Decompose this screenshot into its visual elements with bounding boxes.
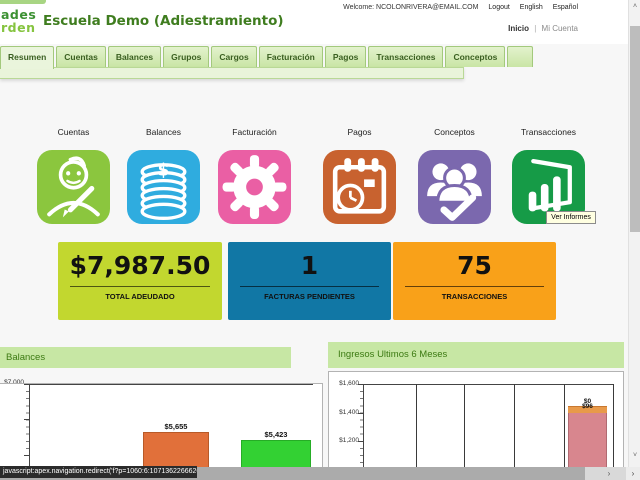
stat-value-facturas-pendientes: 1 [228, 251, 391, 281]
y-axis-tick [358, 413, 363, 414]
shortcut-label-facturacion: Facturación [205, 127, 305, 137]
stat-value-transacciones: 75 [393, 251, 556, 281]
y-axis-line [363, 384, 364, 472]
scroll-up-icon[interactable]: ˄ [629, 1, 640, 13]
status-bar: javascript:apex.navigation.redirect('f?p… [0, 466, 197, 478]
header: ades rden Escuela Demo (Adiestramiento) … [0, 0, 640, 44]
vertical-gridline [613, 384, 614, 472]
ingresos-panel-header: Ingresos Ultimos 6 Meses [328, 342, 624, 368]
app-window: ades rden Escuela Demo (Adiestramiento) … [0, 0, 640, 480]
vertical-scrollbar[interactable]: ˄ ˅ [628, 0, 640, 467]
bar-data-label: $96 [563, 403, 612, 410]
scroll-right-icon[interactable]: › [600, 467, 618, 480]
tab-spacer [507, 46, 533, 67]
stat-divider [405, 286, 544, 287]
logo[interactable]: ades rden [1, 8, 36, 34]
bar-data-label: $5,423 [231, 430, 321, 439]
ytick-label: $1,400 [335, 409, 359, 417]
statbox-total-adeudado: $7,987.50 TOTAL ADEUDADO [58, 242, 222, 320]
ingresos-chart: $1,600$1,400$1,200$0$96 [328, 371, 624, 472]
stat-value-total-adeudado: $7,987.50 [58, 251, 222, 281]
ytick-label: $1,600 [335, 380, 359, 388]
stat-label-total-adeudado: TOTAL ADEUDADO [58, 292, 222, 301]
stat-divider [240, 286, 379, 287]
shortcut-label-balances: Balances [114, 127, 214, 137]
ytick-label: $1,200 [335, 437, 359, 445]
tab-cargos[interactable]: Cargos [211, 46, 256, 67]
balances-chart: $5,655 $5,423 [0, 383, 323, 472]
ver-informes-tooltip: Ver Informes [546, 211, 596, 224]
secondary-nav: Inicio | Mi Cuenta [508, 24, 578, 33]
logo-line2: rden [1, 21, 36, 34]
y-axis-line [29, 384, 30, 472]
inicio-link[interactable]: Inicio [508, 24, 529, 33]
shortcut-label-pagos: Pagos [310, 127, 410, 137]
scroll-down-icon[interactable]: ˅ [629, 450, 640, 462]
shortcut-label-conceptos: Conceptos [405, 127, 505, 137]
y-axis-minor-ticks [26, 384, 29, 462]
stat-divider [70, 286, 210, 287]
tab-conceptos[interactable]: Conceptos [445, 46, 505, 67]
tab-balances[interactable]: Balances [108, 46, 161, 67]
ingresos-panel-title: Ingresos Ultimos 6 Meses [328, 342, 447, 368]
balances-panel-header: Balances [0, 347, 291, 368]
plot-top-border [363, 384, 613, 385]
stat-label-transacciones: TRANSACCIONES [393, 292, 556, 301]
y-axis-tick [24, 419, 29, 420]
shortcut-label-transacciones: Transacciones [499, 127, 599, 137]
tab-cuentas[interactable]: Cuentas [56, 46, 106, 67]
english-link[interactable]: English [520, 4, 543, 11]
bar-data-label: $5,655 [133, 422, 219, 431]
logout-link[interactable]: Logout [488, 4, 509, 11]
shortcut-balances-tile[interactable]: $ [127, 150, 200, 224]
tab-content-band [0, 67, 464, 79]
shortcut-pagos-tile[interactable] [323, 150, 396, 224]
shortcut-cuentas-tile[interactable] [37, 150, 110, 224]
y-axis-tick [358, 384, 363, 385]
y-axis-tick [358, 441, 363, 442]
nav-divider: | [534, 24, 536, 33]
vscroll-thumb[interactable] [630, 26, 640, 232]
tab-facturacion[interactable]: Facturación [259, 46, 323, 67]
vertical-gridline [464, 384, 465, 472]
tab-resumen[interactable]: Resumen [0, 46, 54, 69]
stat-label-facturas-pendientes: FACTURAS PENDIENTES [228, 292, 391, 301]
shortcut-facturacion-tile[interactable] [218, 150, 291, 224]
logo-graphic [0, 0, 46, 4]
vertical-gridline [416, 384, 417, 472]
tab-grupos[interactable]: Grupos [163, 46, 209, 67]
shortcut-conceptos-tile[interactable] [418, 150, 491, 224]
y-axis-minor-ticks [360, 384, 363, 472]
espanol-link[interactable]: Español [553, 4, 578, 11]
y-axis-tick [24, 384, 29, 385]
svg-text:$: $ [158, 160, 170, 180]
balances-panel-title: Balances [0, 347, 45, 368]
tab-pagos[interactable]: Pagos [325, 46, 367, 67]
y-axis-tick [24, 455, 29, 456]
vertical-gridline [514, 384, 515, 472]
tab-transacciones[interactable]: Transacciones [368, 46, 443, 67]
bar-ingresos [568, 413, 607, 472]
scroll-right-corner-icon[interactable]: › [626, 467, 640, 480]
welcome-text: Welcome: NCOLONRIVERA@EMAIL.COM [343, 4, 478, 11]
tab-bar: ResumenCuentasBalancesGruposCargosFactur… [0, 46, 533, 67]
statbox-transacciones: 75 TRANSACCIONES [393, 242, 556, 320]
shortcut-label-cuentas: Cuentas [24, 127, 124, 137]
plot-top-border [29, 384, 313, 385]
welcome-line: Welcome: NCOLONRIVERA@EMAIL.COM Logout E… [343, 4, 578, 11]
page-title: Escuela Demo (Adiestramiento) [43, 13, 284, 29]
statbox-facturas-pendientes: 1 FACTURAS PENDIENTES [228, 242, 391, 320]
mi-cuenta-link[interactable]: Mi Cuenta [542, 24, 578, 33]
